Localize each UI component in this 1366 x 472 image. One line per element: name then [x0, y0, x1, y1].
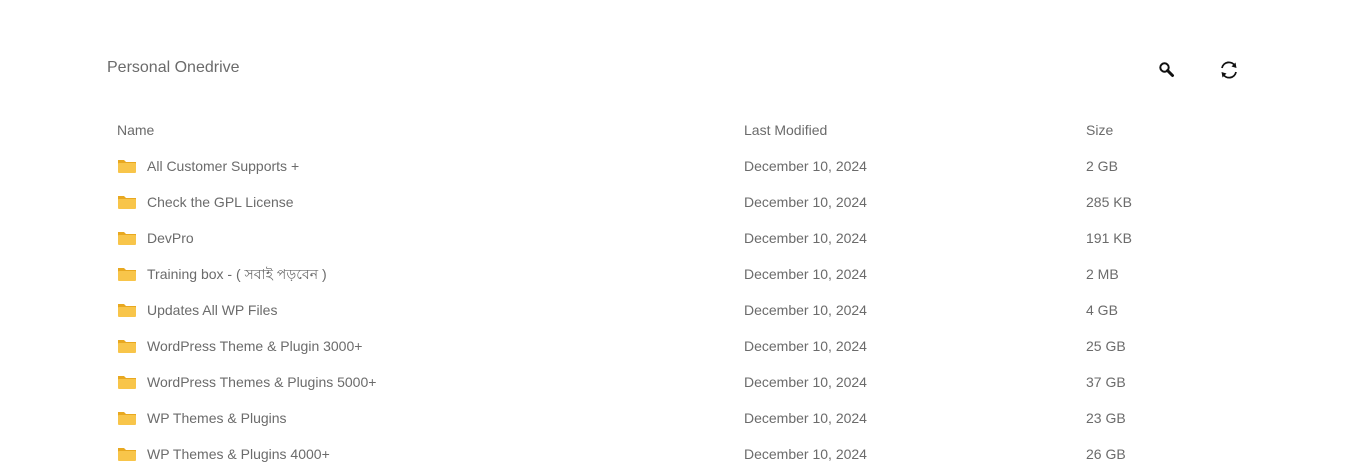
row-modified-cell: December 10, 2024 — [744, 338, 867, 354]
folder-icon — [118, 196, 136, 209]
table-row[interactable]: All Customer Supports + December 10, 2024… — [117, 148, 1257, 184]
table-row[interactable]: Updates All WP Files December 10, 2024 4 G… — [117, 292, 1257, 328]
table-row[interactable]: Training box - ( সবাই পড়বেন ) December 1… — [117, 256, 1257, 292]
row-modified-cell: December 10, 2024 — [744, 302, 867, 318]
table-row[interactable]: WordPress Theme & Plugin 3000+ December 1… — [117, 328, 1257, 364]
file-name[interactable]: All Customer Supports + — [147, 148, 299, 184]
folder-icon — [118, 160, 136, 173]
row-modified-cell: December 10, 2024 — [744, 446, 867, 462]
row-size-cell: 2 GB — [1086, 158, 1118, 174]
folder-icon — [118, 304, 136, 317]
row-size-cell: 285 KB — [1086, 194, 1132, 210]
row-modified-cell: December 10, 2024 — [744, 230, 867, 246]
folder-icon — [118, 340, 136, 353]
row-modified-cell: December 10, 2024 — [744, 266, 867, 282]
file-name[interactable]: WP Themes & Plugins 4000+ — [147, 436, 330, 472]
row-size-cell: 2 MB — [1086, 266, 1119, 282]
row-size-cell: 4 GB — [1086, 302, 1118, 318]
refresh-button[interactable] — [1217, 58, 1241, 82]
row-size-cell: 191 KB — [1086, 230, 1132, 246]
file-table: Name Last Modified Size All Customer Sup… — [117, 112, 1257, 472]
row-size-cell: 26 GB — [1086, 446, 1126, 462]
file-name[interactable]: Training box - ( সবাই পড়বেন ) — [147, 256, 327, 292]
folder-icon — [118, 376, 136, 389]
folder-icon — [118, 268, 136, 281]
row-modified-cell: December 10, 2024 — [744, 410, 867, 426]
table-row[interactable]: DevPro December 10, 2024 191 KB — [117, 220, 1257, 256]
table-header: Name Last Modified Size — [117, 112, 1257, 148]
file-name[interactable]: Updates All WP Files — [147, 292, 277, 328]
table-row[interactable]: WP Themes & Plugins 4000+ December 10, 20… — [117, 436, 1257, 472]
file-name[interactable]: WordPress Theme & Plugin 3000+ — [147, 328, 362, 364]
table-row[interactable]: WordPress Themes & Plugins 5000+ December… — [117, 364, 1257, 400]
folder-icon — [118, 412, 136, 425]
folder-icon — [118, 232, 136, 245]
row-size-cell: 25 GB — [1086, 338, 1126, 354]
file-name[interactable]: DevPro — [147, 220, 194, 256]
table-row[interactable]: Check the GPL License December 10, 2024 28… — [117, 184, 1257, 220]
search-icon — [1159, 62, 1174, 77]
table-row[interactable]: WP Themes & Plugins December 10, 2024 23 G… — [117, 400, 1257, 436]
row-size-cell: 23 GB — [1086, 410, 1126, 426]
page-title: Personal Onedrive — [107, 59, 240, 76]
row-modified-cell: December 10, 2024 — [744, 374, 867, 390]
column-header-size[interactable]: Size — [1086, 112, 1113, 148]
column-header-name[interactable]: Name — [117, 112, 154, 148]
column-header-modified[interactable]: Last Modified — [744, 112, 827, 148]
row-modified-cell: December 10, 2024 — [744, 158, 867, 174]
row-modified-cell: December 10, 2024 — [744, 194, 867, 210]
file-name[interactable]: Check the GPL License — [147, 184, 294, 220]
row-size-cell: 37 GB — [1086, 374, 1126, 390]
folder-icon — [118, 448, 136, 461]
search-button[interactable] — [1155, 58, 1179, 82]
refresh-icon — [1221, 61, 1237, 79]
header: Personal Onedrive — [107, 58, 1247, 82]
table-body: All Customer Supports + December 10, 2024… — [117, 148, 1257, 472]
file-name[interactable]: WP Themes & Plugins — [147, 400, 287, 436]
file-name[interactable]: WordPress Themes & Plugins 5000+ — [147, 364, 376, 400]
